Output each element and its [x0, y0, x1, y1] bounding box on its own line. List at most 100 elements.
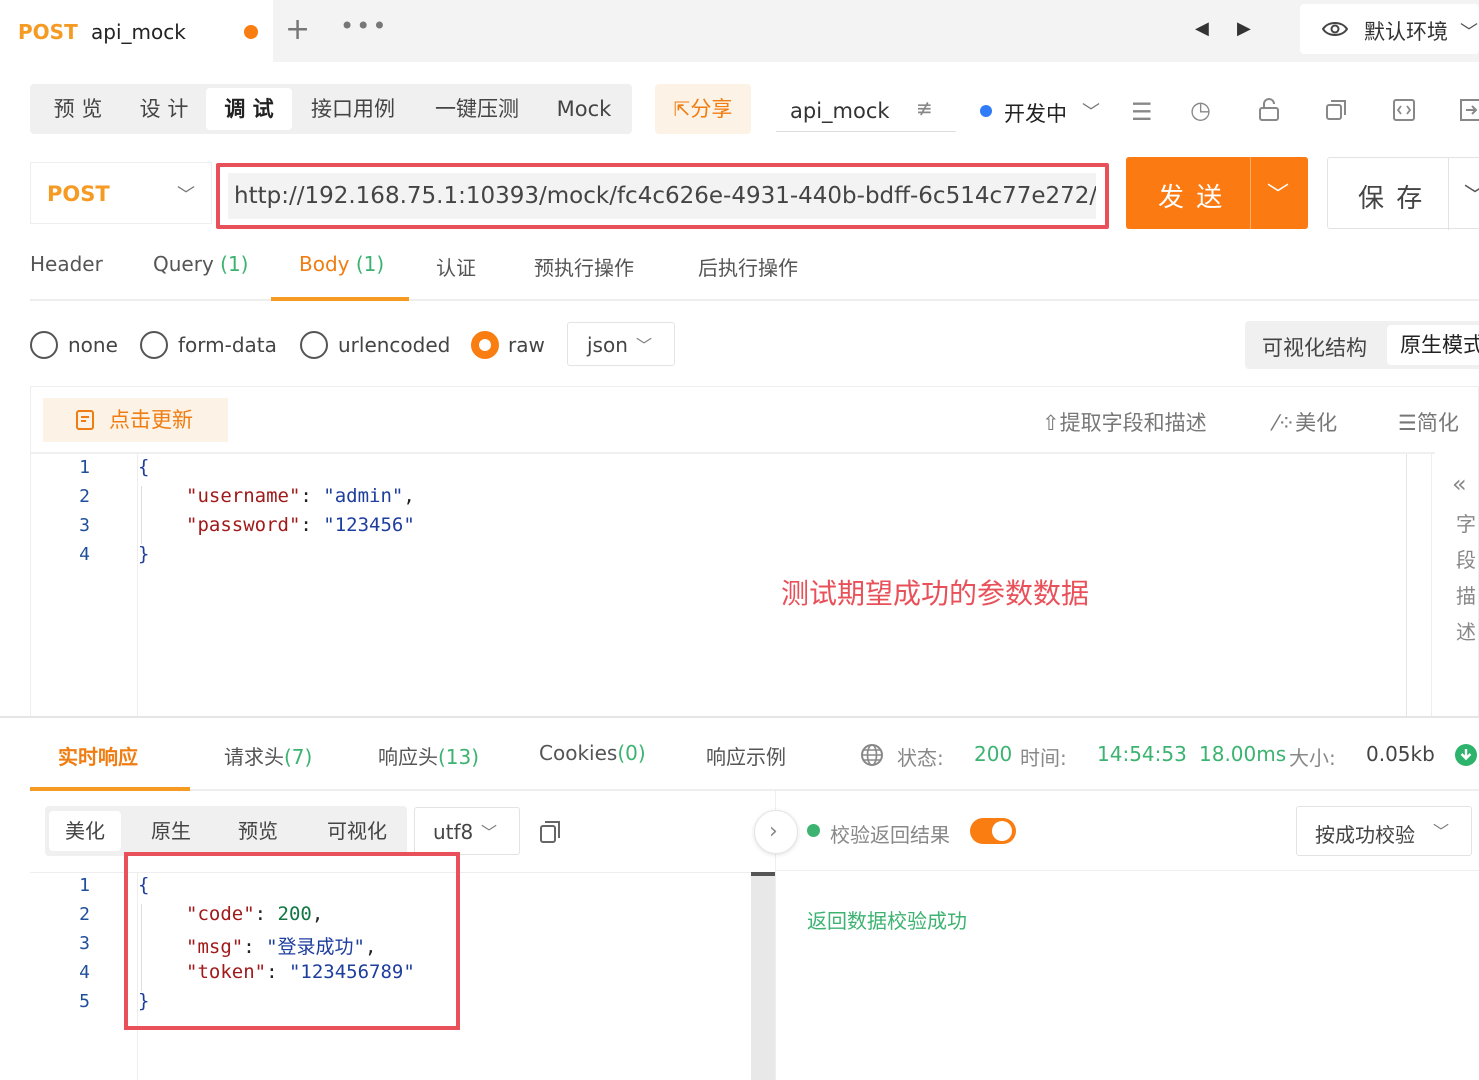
- view-mode-toggle: 可视化结构 原生模式: [1245, 321, 1479, 369]
- validation-toggle[interactable]: [970, 818, 1016, 844]
- beautify-button[interactable]: ⁄⁘美化: [1274, 407, 1337, 437]
- method-value: POST: [47, 182, 110, 206]
- format-raw[interactable]: 原生: [135, 811, 207, 851]
- body-format-value: json: [587, 333, 628, 357]
- code-brace: {: [138, 456, 150, 478]
- request-tab[interactable]: POST api_mock: [0, 0, 273, 62]
- copy-icon[interactable]: [539, 820, 561, 844]
- code-icon[interactable]: [1393, 99, 1415, 121]
- tab-query[interactable]: Query (1): [153, 252, 248, 276]
- tab-cookies[interactable]: Cookies(0): [539, 741, 646, 765]
- active-tab-indicator: [30, 787, 190, 791]
- request-body-editor[interactable]: [30, 386, 1479, 718]
- side-panel-char: 述: [1456, 620, 1476, 644]
- more-icon[interactable]: •••: [340, 12, 388, 40]
- collapse-panel-button[interactable]: ›: [754, 810, 798, 854]
- radio-form-data[interactable]: [140, 331, 168, 359]
- line-number: 4: [79, 544, 90, 565]
- code-line: "username": "admin",: [186, 485, 415, 507]
- tab-response-example[interactable]: 响应示例: [706, 741, 786, 770]
- encoding-select[interactable]: utf8 ﹀: [414, 807, 520, 855]
- edit-icon[interactable]: ≢: [916, 96, 933, 120]
- chevron-down-icon: ﹀: [1082, 102, 1100, 123]
- tab-prev-icon[interactable]: ◀: [1195, 18, 1209, 39]
- share-icon: ⇱: [673, 97, 691, 121]
- status-select[interactable]: 开发中 ﹀: [962, 90, 1122, 132]
- send-button[interactable]: 发 送 ﹀: [1126, 157, 1308, 229]
- format-preview[interactable]: 预览: [222, 811, 294, 851]
- validation-mode-value: 按成功校验: [1315, 823, 1415, 847]
- tab-pre-script[interactable]: 预执行操作: [534, 252, 634, 281]
- lock-icon[interactable]: [1258, 98, 1280, 122]
- tab-next-icon[interactable]: ▶: [1237, 18, 1251, 39]
- save-label: 保 存: [1358, 184, 1425, 214]
- magic-wand-icon: ⁄⁘: [1274, 411, 1296, 435]
- download-icon[interactable]: [1454, 743, 1478, 767]
- toggle-knob: [992, 821, 1012, 841]
- share-button[interactable]: ⇱分享: [655, 84, 751, 134]
- tab-design[interactable]: 设 计: [120, 88, 208, 130]
- status-label: 开发中: [1004, 102, 1067, 126]
- tab-label: 请求头: [224, 745, 284, 769]
- radio-urlencoded[interactable]: [300, 331, 328, 359]
- send-dropdown-icon[interactable]: ﹀: [1267, 177, 1289, 209]
- tab-label: Cookies: [539, 741, 618, 765]
- outline-icon[interactable]: ☰: [1131, 98, 1153, 126]
- add-tab-icon[interactable]: +: [285, 14, 310, 46]
- tab-preview[interactable]: 预 览: [34, 88, 122, 130]
- mode-tabs: 预 览 设 计 调 试 接口用例 一键压测 Mock: [30, 84, 632, 134]
- refresh-label: 点击更新: [109, 408, 193, 432]
- url-input[interactable]: http://192.168.75.1:10393/mock/fc4c626e-…: [228, 173, 1096, 219]
- refresh-button[interactable]: 点击更新: [43, 398, 228, 442]
- view-visual[interactable]: 可视化结构: [1262, 332, 1367, 362]
- save-dropdown-icon[interactable]: ﹀: [1464, 178, 1479, 210]
- status-dot-icon: [807, 824, 820, 837]
- tab-post-script[interactable]: 后执行操作: [698, 252, 798, 281]
- format-visual[interactable]: 可视化: [307, 811, 407, 851]
- tab-auth[interactable]: 认证: [436, 252, 476, 281]
- size-label: 大小:: [1289, 746, 1336, 770]
- body-format-select[interactable]: json ﹀: [567, 322, 675, 366]
- encoding-value: utf8: [433, 820, 474, 844]
- simplify-button[interactable]: ☰简化: [1398, 407, 1459, 437]
- radio-none-label: none: [68, 333, 118, 357]
- method-select[interactable]: POST ﹀: [30, 162, 212, 224]
- tab-header[interactable]: Header: [30, 252, 103, 276]
- tab-debug[interactable]: 调 试: [206, 88, 292, 130]
- radio-raw[interactable]: [471, 331, 499, 359]
- extract-fields-button[interactable]: ⇧提取字段和描述: [1042, 407, 1207, 437]
- history-icon[interactable]: ◷: [1190, 96, 1211, 124]
- tab-count: (0): [617, 741, 646, 765]
- save-button[interactable]: 保 存 ﹀: [1327, 157, 1479, 230]
- tab-request-headers[interactable]: 请求头(7): [224, 741, 312, 770]
- tab-response-headers[interactable]: 响应头(13): [378, 741, 479, 770]
- field-description-panel[interactable]: « 字 段 描 述: [1431, 454, 1479, 718]
- divider: [30, 299, 1479, 301]
- tab-count: (13): [438, 745, 480, 769]
- export-icon[interactable]: [1460, 99, 1479, 121]
- list-icon: ☰: [1398, 411, 1417, 435]
- validation-mode-select[interactable]: 按成功校验 ﹀: [1296, 806, 1472, 856]
- tab-body[interactable]: Body (1): [299, 252, 384, 276]
- resize-handle[interactable]: [0, 716, 1479, 718]
- api-name: api_mock: [790, 99, 890, 123]
- editor-scrollbar[interactable]: [1406, 454, 1432, 718]
- radio-none[interactable]: [30, 331, 58, 359]
- copy-icon[interactable]: [1325, 99, 1347, 121]
- tab-stress-test[interactable]: 一键压测: [424, 88, 530, 130]
- api-name-field[interactable]: api_mock ≢: [776, 90, 956, 132]
- tab-query-count: (1): [220, 252, 249, 276]
- tab-test-cases[interactable]: 接口用例: [300, 88, 406, 130]
- tab-mock[interactable]: Mock: [544, 88, 624, 130]
- format-beautify[interactable]: 美化: [49, 811, 121, 851]
- collapse-left-icon[interactable]: «: [1452, 470, 1467, 498]
- tab-realtime-response[interactable]: 实时响应: [58, 741, 138, 770]
- status-dot-icon: [980, 105, 992, 117]
- environment-select[interactable]: 默认环境 ﹀: [1300, 4, 1479, 54]
- view-raw[interactable]: 原生模式: [1387, 325, 1479, 365]
- chevron-down-icon: ﹀: [177, 185, 195, 206]
- code-brace: }: [138, 543, 150, 565]
- response-highlight-box: [124, 852, 460, 1030]
- time-value: 14:54:53: [1097, 742, 1187, 766]
- response-scrollbar[interactable]: [751, 872, 775, 1080]
